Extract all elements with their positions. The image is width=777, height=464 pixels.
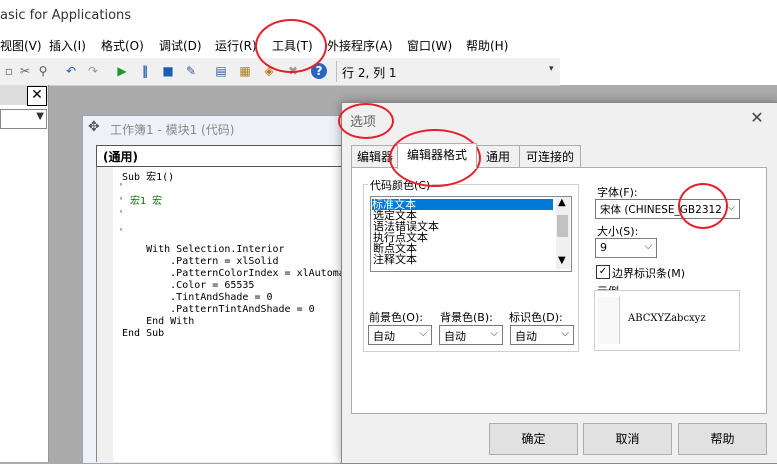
tab-general[interactable]: 通用 — [475, 145, 521, 168]
toolbar-separator — [336, 61, 337, 82]
background-value: 自动 — [444, 330, 466, 343]
margin-bar-checkbox[interactable]: ✓ — [596, 265, 610, 279]
annotation-circle-options — [338, 103, 394, 139]
chevron-down-icon: ⌵ — [490, 328, 498, 339]
scrollbar-thumb[interactable] — [557, 215, 568, 237]
code-window-title: 工作簿1 - 模块1 (代码) — [110, 123, 235, 137]
size-label: 大小(S): — [597, 225, 639, 238]
code-line: ' — [118, 182, 125, 193]
font-label: 字体(F): — [597, 186, 638, 199]
menu-insert[interactable]: 插入(I) — [49, 37, 86, 54]
menu-run[interactable]: 运行(R) — [215, 37, 257, 54]
size-value: 9 — [600, 241, 607, 254]
annotation-circle-tools — [255, 19, 327, 73]
window-title-bar: asic for Applications — [0, 0, 777, 32]
menu-bar: 视图(V) 插入(I) 格式(O) 调试(D) 运行(R) 工具(T) 外接程序… — [0, 32, 777, 58]
code-line: .PatternTintAndShade = 0 — [122, 304, 315, 315]
indicator-value: 自动 — [515, 330, 537, 343]
background-label: 背景色(B): — [440, 311, 493, 324]
foreground-select[interactable]: 自动 ⌵ — [368, 325, 432, 345]
break-icon[interactable]: ‖ — [136, 62, 154, 80]
code-colors-list[interactable]: 标准文本 选定文本 语法错误文本 执行点文本 断点文本 注释文本 — [370, 196, 572, 272]
code-line: .PatternColorIndex = xlAutoma — [122, 268, 343, 279]
ok-button[interactable]: 确定 — [489, 423, 578, 455]
list-item[interactable]: 注释文本 — [373, 254, 417, 265]
scroll-up-icon[interactable]: ▲ — [558, 197, 566, 208]
size-select[interactable]: 9 ⌵ — [595, 238, 657, 258]
code-line: .Color = 65535 — [122, 280, 255, 291]
window-title: asic for Applications — [0, 8, 132, 23]
foreground-value: 自动 — [373, 330, 395, 343]
menu-format[interactable]: 格式(O) — [101, 37, 144, 54]
toolbar-options-icon[interactable]: ▾ — [549, 64, 559, 80]
annotation-circle-font — [678, 183, 728, 229]
cut-icon[interactable]: ✂ — [16, 62, 34, 80]
sample-text: ABCXYZabcxyz — [628, 313, 706, 324]
find-icon[interactable]: ⚲ — [34, 62, 52, 80]
project-combo[interactable]: ▼ — [0, 109, 47, 129]
vba-module-icon: ✥ — [88, 119, 100, 135]
object-combo[interactable]: (通用) — [96, 145, 348, 167]
project-explorer-panel — [0, 85, 49, 462]
sample-margin — [598, 297, 620, 344]
object-combo-value: (通用) — [103, 150, 138, 164]
undo-icon[interactable]: ↶ — [62, 62, 80, 80]
properties-icon[interactable]: ▦ — [236, 62, 254, 80]
toolbar-empty-area — [560, 58, 777, 85]
chevron-down-icon: ⌵ — [727, 202, 735, 213]
menu-help[interactable]: 帮助(H) — [466, 37, 508, 54]
menu-view[interactable]: 视图(V) — [0, 37, 42, 54]
code-line: ' 宏1 宏 — [118, 196, 163, 207]
close-icon[interactable]: ✕ — [27, 86, 47, 106]
indicator-select[interactable]: 自动 ⌵ — [510, 325, 574, 345]
code-line: End Sub — [122, 328, 165, 339]
chevron-down-icon: ⌵ — [419, 328, 427, 339]
margin-indicator-bar[interactable] — [97, 167, 113, 462]
code-line: With Selection.Interior — [122, 244, 285, 255]
redo-icon[interactable]: ↷ — [84, 62, 102, 80]
chevron-down-icon: ⌵ — [561, 328, 569, 339]
code-line: End With — [122, 316, 195, 327]
close-icon[interactable]: ✕ — [748, 108, 766, 127]
help-button[interactable]: 帮助 — [678, 423, 767, 455]
design-mode-icon[interactable]: ✎ — [182, 62, 200, 80]
code-line: Sub 宏1() — [122, 172, 175, 183]
menu-addins[interactable]: 外接程序(A) — [327, 37, 393, 54]
code-line: .TintAndShade = 0 — [122, 292, 273, 303]
code-line: ' — [118, 227, 125, 238]
tab-editor-format[interactable]: 编辑器格式 — [397, 143, 477, 169]
project-explorer-icon[interactable]: ▤ — [212, 62, 230, 80]
code-line: ' — [118, 209, 125, 220]
run-icon[interactable]: ▶ — [113, 62, 131, 80]
indicator-label: 标识色(D): — [509, 311, 563, 324]
menu-window[interactable]: 窗口(W) — [407, 37, 452, 54]
foreground-label: 前景色(O): — [369, 311, 423, 324]
tab-docking[interactable]: 可连接的 — [519, 145, 581, 168]
menu-debug[interactable]: 调试(D) — [159, 37, 202, 54]
reset-icon[interactable]: ■ — [159, 62, 177, 80]
list-scrollbar[interactable]: ▲ ▼ — [556, 197, 570, 269]
scroll-down-icon[interactable]: ▼ — [558, 255, 566, 266]
chevron-down-icon: ⌵ — [644, 241, 652, 252]
code-line: .Pattern = xlSolid — [122, 256, 279, 267]
cancel-button[interactable]: 取消 — [583, 423, 672, 455]
cursor-position: 行 2, 列 1 — [342, 66, 397, 80]
background-select[interactable]: 自动 ⌵ — [439, 325, 503, 345]
chevron-down-icon: ▼ — [36, 111, 44, 122]
margin-bar-label: 边界标识条(M) — [612, 267, 686, 280]
